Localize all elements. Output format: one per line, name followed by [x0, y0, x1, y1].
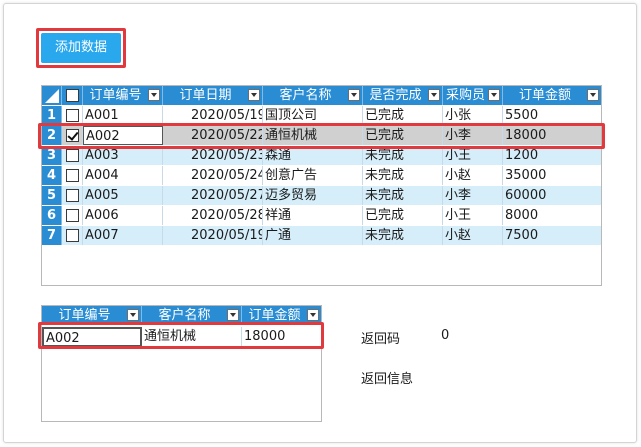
col-header-order-id[interactable]: 订单编号: [83, 86, 163, 105]
row-number: 5: [42, 186, 62, 205]
filter-dropdown-icon[interactable]: [428, 89, 440, 101]
row-checkbox[interactable]: [65, 149, 79, 162]
row-number: 4: [42, 166, 62, 185]
return-code-value: 0: [441, 328, 450, 343]
table-row[interactable]: 4 A004 2020/05/24 创意广告 未完成 小赵 35000: [42, 166, 601, 185]
cell-buyer[interactable]: 小王: [443, 206, 503, 225]
filter-dropdown-icon[interactable]: [348, 89, 360, 101]
cell-amount[interactable]: 8000: [503, 206, 601, 225]
cell-customer[interactable]: 祥通: [263, 206, 363, 225]
filter-dropdown-icon[interactable]: [227, 309, 239, 321]
row-check-cell[interactable]: [62, 186, 83, 205]
result-row-highlight: [38, 322, 324, 349]
return-message-label: 返回信息: [361, 372, 414, 387]
cell-done[interactable]: 已完成: [363, 206, 443, 225]
cell-order-id[interactable]: A007: [83, 226, 163, 245]
row-check-cell[interactable]: [62, 206, 83, 225]
cell-buyer[interactable]: 小赵: [443, 226, 503, 245]
row-check-cell[interactable]: [62, 166, 83, 185]
col-header-buyer[interactable]: 采购员: [443, 86, 503, 105]
cell-done[interactable]: 未完成: [363, 186, 443, 205]
selected-row-highlight: [38, 123, 605, 149]
cell-customer[interactable]: 广通: [263, 226, 363, 245]
table-row[interactable]: 7 A007 2020/05/19 广通 未完成 小赵 7500: [42, 226, 601, 245]
cell-customer[interactable]: 创意广告: [263, 166, 363, 185]
cell-order-date[interactable]: 2020/05/19: [163, 226, 263, 245]
cell-buyer[interactable]: 小李: [443, 186, 503, 205]
header-check-cell[interactable]: [62, 86, 83, 105]
cell-amount[interactable]: 7500: [503, 226, 601, 245]
filter-dropdown-icon[interactable]: [127, 309, 139, 321]
return-code-label: 返回码: [361, 332, 401, 347]
col-header-done[interactable]: 是否完成: [363, 86, 443, 105]
row-check-cell[interactable]: [62, 226, 83, 245]
row-checkbox[interactable]: [65, 169, 79, 182]
col-header-customer[interactable]: 客户名称: [263, 86, 363, 105]
cell-customer[interactable]: 迈多贸易: [263, 186, 363, 205]
filter-dropdown-icon[interactable]: [248, 89, 260, 101]
cell-order-id[interactable]: A005: [83, 186, 163, 205]
add-data-button[interactable]: 添加数据: [41, 33, 121, 63]
row-checkbox[interactable]: [65, 189, 79, 202]
row-checkbox[interactable]: [65, 229, 79, 242]
orders-header-row: 订单编号 订单日期 客户名称 是否完成 采购员 订单金额: [42, 86, 601, 105]
cell-order-date[interactable]: 2020/05/28: [163, 206, 263, 225]
row-checkbox[interactable]: [65, 209, 79, 222]
cell-done[interactable]: 未完成: [363, 226, 443, 245]
orders-grid[interactable]: 订单编号 订单日期 客户名称 是否完成 采购员 订单金额 1 A001 2020…: [41, 85, 602, 286]
filter-dropdown-icon[interactable]: [307, 309, 319, 321]
filter-dropdown-icon[interactable]: [587, 89, 599, 101]
col-header-order-date[interactable]: 订单日期: [163, 86, 263, 105]
row-number: 7: [42, 226, 62, 245]
cell-amount[interactable]: 35000: [503, 166, 601, 185]
row-checkbox[interactable]: [65, 109, 79, 122]
cell-amount[interactable]: 60000: [503, 186, 601, 205]
cell-buyer[interactable]: 小赵: [443, 166, 503, 185]
cell-order-date[interactable]: 2020/05/27: [163, 186, 263, 205]
table-row[interactable]: 6 A006 2020/05/28 祥通 已完成 小王 8000: [42, 206, 601, 225]
col-header-amount[interactable]: 订单金额: [503, 86, 601, 105]
select-all-checkbox[interactable]: [65, 89, 79, 102]
cell-order-id[interactable]: A004: [83, 166, 163, 185]
filter-dropdown-icon[interactable]: [488, 89, 500, 101]
cell-order-id[interactable]: A006: [83, 206, 163, 225]
row-number: 6: [42, 206, 62, 225]
filter-dropdown-icon[interactable]: [148, 89, 160, 101]
cell-done[interactable]: 未完成: [363, 166, 443, 185]
cell-order-date[interactable]: 2020/05/24: [163, 166, 263, 185]
table-row[interactable]: 5 A005 2020/05/27 迈多贸易 未完成 小李 60000: [42, 186, 601, 205]
select-all-corner[interactable]: [42, 86, 62, 105]
